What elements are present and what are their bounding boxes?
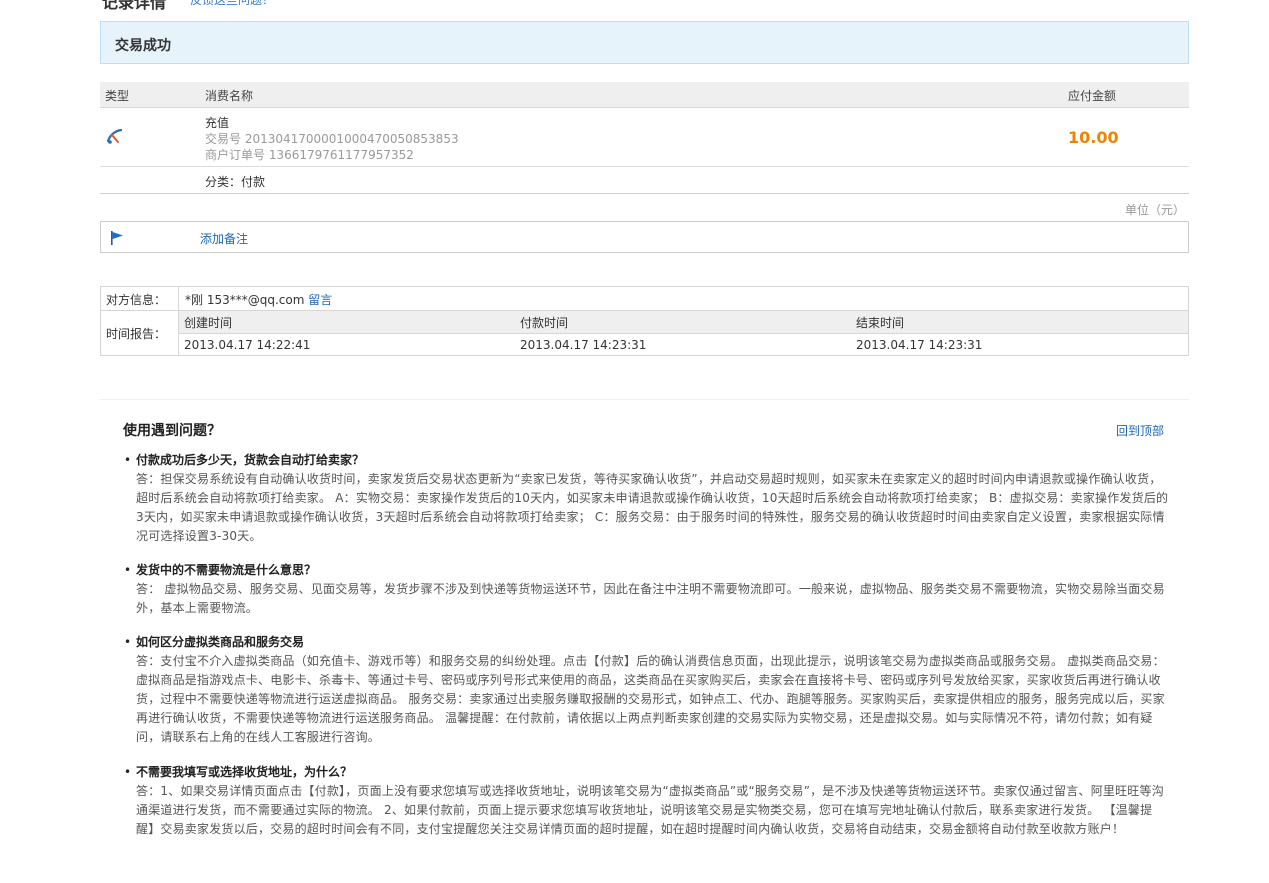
paid-time-value: 2013.04.17 14:23:31 (520, 338, 647, 352)
item-category: 分类：付款 (205, 175, 266, 189)
faq-question: • 如何区分虚拟类商品和服务交易 (124, 635, 305, 649)
faq-answer: 答： 虚拟物品交易、服务交易、见面交易等，发货步骤不涉及到快递等货物运送环节，因… (136, 582, 1165, 615)
flag-icon (111, 231, 123, 245)
end-time-header: 结束时间 (856, 316, 905, 330)
faq-answer: 答：担保交易系统设有自动确认收货时间，卖家发货后交易状态更新为“卖家已发货，等待… (136, 472, 1169, 543)
faq-question-text: 如何区分虚拟类商品和服务交易 (136, 635, 305, 649)
faq-item: • 如何区分虚拟类商品和服务交易 答：支付宝不介入虚拟类商品（如充值卡、游戏币等）… (124, 633, 1169, 747)
column-type: 类型 (105, 89, 130, 103)
faq-question: • 发货中的不需要物流是什么意思？ (124, 563, 317, 577)
table-bottom-border (100, 193, 1189, 194)
time-header: 创建时间 付款时间 结束时间 (179, 311, 1188, 334)
amount-value: 10.00 (1068, 128, 1119, 147)
created-time-header: 创建时间 (184, 316, 233, 330)
faq-question-text: 付款成功后多少天，货款会自动打给卖家？ (136, 453, 365, 467)
counterparty-label: 对方信息： (106, 293, 167, 307)
counterparty-account: *刚 153***@qq.com (185, 293, 305, 307)
status-text: 交易成功 (115, 38, 171, 54)
table-header: 类型 消费名称 应付金额 (100, 82, 1189, 108)
merchant-order-number: 商户订单号 1366179761177957352 (205, 148, 414, 162)
status-banner: 交易成功 (100, 21, 1189, 64)
faq-title: 使用遇到问题？ (123, 423, 221, 439)
faq-item: • 付款成功后多少天，货款会自动打给卖家？ 答：担保交易系统设有自动确认收货时间，… (124, 451, 1169, 546)
faq-question: • 付款成功后多少天，货款会自动打给卖家？ (124, 453, 365, 467)
faq-question-text: 发货中的不需要物流是什么意思？ (136, 563, 317, 577)
created-time-value: 2013.04.17 14:22:41 (184, 338, 311, 352)
feedback-link[interactable]: 反馈这些问题？ (190, 0, 274, 8)
end-time-value: 2013.04.17 14:23:31 (856, 338, 983, 352)
add-note-link[interactable]: 添加备注 (200, 230, 248, 247)
row-divider (100, 166, 1189, 167)
info-table: 对方信息： *刚 153***@qq.com 留言 时间报告： 创建时间 付款时… (100, 286, 1189, 356)
alipay-recharge-icon (106, 128, 123, 144)
paid-time-header: 付款时间 (520, 316, 569, 330)
faq-item: • 发货中的不需要物流是什么意思？ 答： 虚拟物品交易、服务交易、见面交易等，发货… (124, 561, 1169, 618)
faq-separator (100, 399, 1189, 400)
page-title: 记录详情 (102, 0, 167, 12)
item-name: 充值 (205, 116, 230, 130)
faq-question: • 不需要我填写或选择收货地址，为什么？ (124, 765, 353, 779)
faq-item: • 不需要我填写或选择收货地址，为什么？ 答：1、如果交易详情页面点击【付款】，页… (124, 763, 1169, 839)
column-name: 消费名称 (205, 89, 254, 103)
note-box: 添加备注 (100, 221, 1189, 253)
counterparty-value: *刚 153***@qq.com 留言 (185, 291, 332, 308)
unit-label: 单位（元） (1124, 203, 1185, 217)
faq-answer: 答：1、如果交易详情页面点击【付款】，页面上没有要求您填写或选择收货地址，说明该… (136, 784, 1164, 836)
time-report-label: 时间报告： (106, 327, 167, 341)
faq-question-text: 不需要我填写或选择收货地址，为什么？ (136, 765, 353, 779)
message-link[interactable]: 留言 (308, 293, 332, 307)
column-amount: 应付金额 (1068, 89, 1117, 103)
faq-answer: 答：支付宝不介入虚拟类商品（如充值卡、游戏币等）和服务交易的纠纷处理。点击【付款… (136, 654, 1165, 744)
back-to-top-link[interactable]: 回到顶部 (1116, 422, 1164, 439)
trade-number: 交易号 20130417000010004700508538​53 (205, 132, 459, 146)
